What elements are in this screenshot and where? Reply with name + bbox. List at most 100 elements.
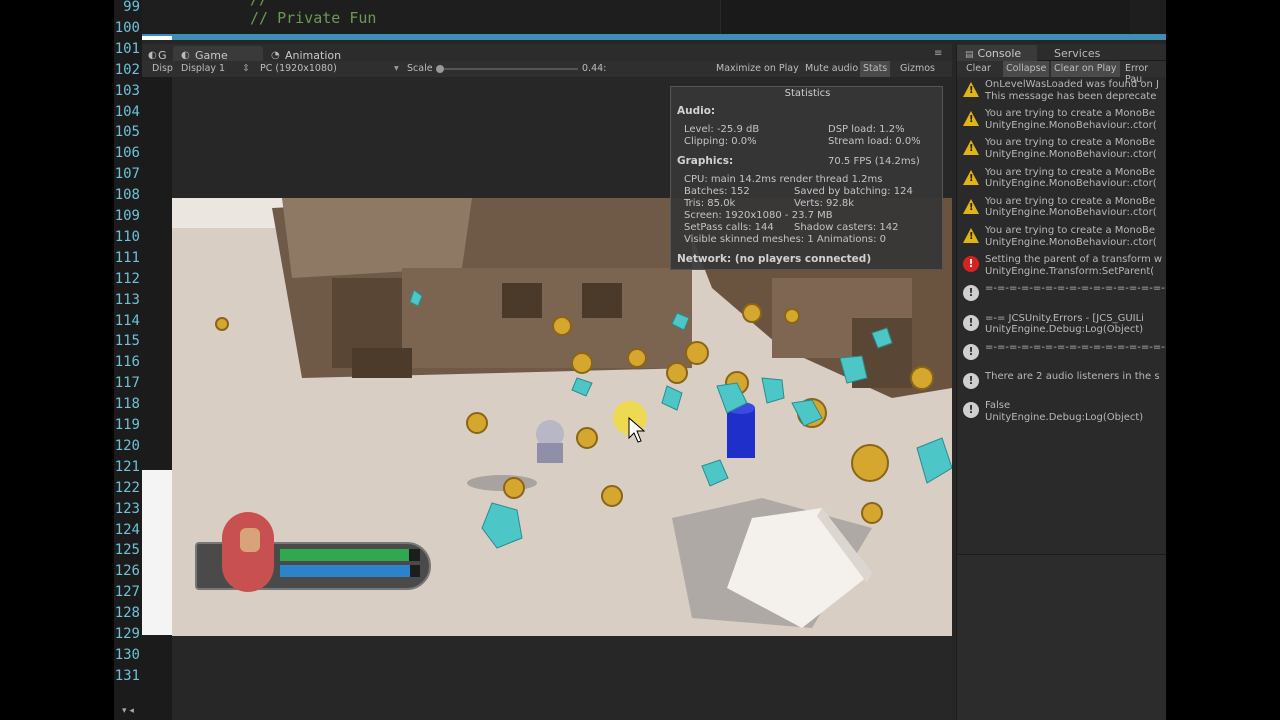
line-number: 104 <box>114 103 140 120</box>
tab-console[interactable]: ▤ Console <box>957 45 1037 61</box>
stats-fps: 70.5 FPS (14.2ms) <box>828 156 920 167</box>
info-icon: ! <box>963 285 979 302</box>
tab-services[interactable]: Services <box>1054 47 1100 60</box>
console-entry[interactable]: ! =-=-=-=-=-=-=-=-=-=-=-=-=-=-=-= <box>957 341 1167 370</box>
console-entry-text: =-=-=-=-=-=-=-=-=-=-=-=-=-=-=-= <box>985 283 1167 295</box>
console-entry-text: =-=-=-=-=-=-=-=-=-=-=-=-=-=-=-= <box>985 342 1167 354</box>
tab-label: Console <box>977 47 1022 60</box>
console-entry-line2: UnityEngine.MonoBehaviour:.ctor( <box>985 119 1157 131</box>
editor-pane <box>720 0 1130 34</box>
line-number: 110 <box>114 228 140 245</box>
stats-tris: Tris: 85.0k <box>684 198 736 209</box>
console-entry[interactable]: ! False UnityEngine.Debug:Log(Object) <box>957 399 1167 428</box>
stats-batches: Batches: 152 <box>684 186 750 197</box>
console-entry-line2: UnityEngine.Transform:SetParent( <box>985 265 1155 277</box>
line-number: 113 <box>114 291 140 308</box>
mute-audio-toggle[interactable]: Mute audio <box>805 63 858 74</box>
console-entry-line1: =-= JCSUnity.Errors - [JCS_GUILi <box>985 312 1144 324</box>
stats-verts: Verts: 92.8k <box>794 198 855 209</box>
scale-slider[interactable] <box>436 65 578 73</box>
clear-on-play-toggle[interactable]: Clear on Play <box>1051 61 1120 77</box>
console-entry-text: You are trying to create a MonoBe UnityEn… <box>985 108 1157 131</box>
console-entry[interactable]: ! There are 2 audio listeners in the s <box>957 370 1167 399</box>
console-entry-text: You are trying to create a MonoBe UnityEn… <box>985 137 1157 160</box>
line-number: 124 <box>114 521 140 538</box>
console-entry-text: There are 2 audio listeners in the s <box>985 371 1160 383</box>
line-number-gutter: 99 100 101 102 103 104 105 106 107 108 109 110 111 11… <box>114 0 142 720</box>
display-short-label: Disp <box>152 63 173 74</box>
console-entry[interactable]: OnLevelWasLoaded was found on JThis mess… <box>957 78 1167 107</box>
statistics-panel: Statistics Audio: Level: -25.9 dB DSP lo… <box>670 86 943 270</box>
scale-slider-handle[interactable] <box>436 65 444 73</box>
console-entry-line2: UnityEngine.MonoBehaviour:.ctor( <box>985 178 1157 190</box>
console-entry[interactable]: You are trying to create a MonoBeUnityEn… <box>957 107 1167 136</box>
console-entry[interactable]: You are trying to create a MonoBeUnityEn… <box>957 224 1167 253</box>
line-number: 127 <box>114 584 140 601</box>
warning-icon <box>963 140 979 156</box>
console-entry-line1: You are trying to create a MonoBe <box>985 225 1156 236</box>
line-number: 106 <box>114 145 140 162</box>
console-entry-line2: =-=-=-=-=-=-=-=-=-=-=-=-=-=-=-= <box>985 341 1167 353</box>
info-icon: ! <box>963 373 979 389</box>
info-icon: ! <box>963 314 979 331</box>
line-number: 123 <box>114 500 140 517</box>
line-number: 107 <box>114 166 140 183</box>
stats-level: Level: -25.9 dB <box>684 124 760 135</box>
line-number: 100 <box>114 19 140 36</box>
line-number: 121 <box>114 458 140 475</box>
console-entry[interactable]: You are trying to create a MonoBeUnityEn… <box>957 136 1167 165</box>
health-bar-track <box>280 549 420 561</box>
game-view-letterbox-bottom <box>172 636 952 720</box>
stats-shadow-casters: Shadow casters: 142 <box>794 222 899 233</box>
line-number: 112 <box>114 270 140 287</box>
warning-icon <box>963 169 979 185</box>
console-entry[interactable]: ! =-=-=-=-=-=-=-=-=-=-=-=-=-=-=-= <box>957 282 1167 311</box>
console-entry[interactable]: You are trying to create a MonoBeUnityEn… <box>957 195 1167 224</box>
stats-toggle[interactable]: Stats <box>860 61 891 77</box>
stats-dsp: DSP load: 1.2% <box>828 124 905 135</box>
console-entry[interactable]: You are trying to create a MonoBeUnityEn… <box>957 166 1167 195</box>
line-number: 114 <box>114 312 140 329</box>
health-bar-fill <box>280 549 409 561</box>
console-entry-text: You are trying to create a MonoBe UnityEn… <box>985 167 1157 190</box>
mana-bar-fill <box>280 565 411 577</box>
console-entry-line2: UnityEngine.Debug:Log(Object) <box>985 411 1144 423</box>
gizmos-dropdown[interactable]: Gizmos <box>900 63 935 74</box>
line-number: 108 <box>114 187 140 204</box>
gutter-scroll-arrow-icon[interactable]: ▾ ◂ <box>114 706 142 720</box>
stats-setpass: SetPass calls: 144 <box>684 222 774 233</box>
console-tab-bar: ▤ Console Services <box>957 44 1167 61</box>
console-entry-text: You are trying to create a MonoBe UnityEn… <box>985 225 1157 248</box>
warning-icon <box>963 82 979 97</box>
console-entry-line2: =-=-=-=-=-=-=-=-=-=-=-=-=-=-=-= <box>985 283 1167 295</box>
mana-bar-track <box>280 565 420 577</box>
line-number: 131 <box>114 667 140 684</box>
console-toolbar: Clear Collapse Clear on Play Error Pau <box>957 61 1167 85</box>
info-icon: ! <box>963 343 979 360</box>
console-entry-text: Setting the parent of a transform w Unity… <box>985 254 1162 277</box>
console-entry-line1: Setting the parent of a transform w <box>985 254 1163 266</box>
console-entry[interactable]: ! Setting the parent of a transform w Unit… <box>957 253 1167 282</box>
line-number: 130 <box>114 646 140 663</box>
scene-icon: ◐ <box>148 50 157 61</box>
stats-clipping: Clipping: 0.0% <box>684 136 757 147</box>
console-entry-line2: UnityEngine.MonoBehaviour:.ctor( <box>985 148 1157 160</box>
warning-icon <box>963 111 979 127</box>
stats-graphics-heading: Graphics: <box>677 155 734 167</box>
maximize-on-play-toggle[interactable]: Maximize on Play <box>716 63 799 74</box>
clear-button[interactable]: Clear <box>966 63 991 74</box>
console-entry-line1: You are trying to create a MonoBe <box>985 108 1156 120</box>
display-dropdown[interactable]: Display 1 <box>181 63 225 74</box>
console-entry-line2: UnityEngine.Debug:Log(Object) <box>985 324 1144 336</box>
resolution-dropdown[interactable]: PC (1920x1080) <box>260 63 337 74</box>
pane-menu-icon[interactable]: ≡ <box>934 48 942 59</box>
portrait-face <box>240 528 260 552</box>
console-entry[interactable]: ! =-= JCSUnity.Errors - [JCS_GUILi UnityEn… <box>957 312 1167 341</box>
left-strip-highlight <box>142 470 172 635</box>
stats-saved-by-batching: Saved by batching: 124 <box>794 186 913 197</box>
scale-label: Scale <box>407 63 433 74</box>
line-number: 105 <box>114 124 140 141</box>
collapse-toggle[interactable]: Collapse <box>1003 61 1050 77</box>
line-number: 128 <box>114 605 140 622</box>
line-number: 118 <box>114 396 140 413</box>
